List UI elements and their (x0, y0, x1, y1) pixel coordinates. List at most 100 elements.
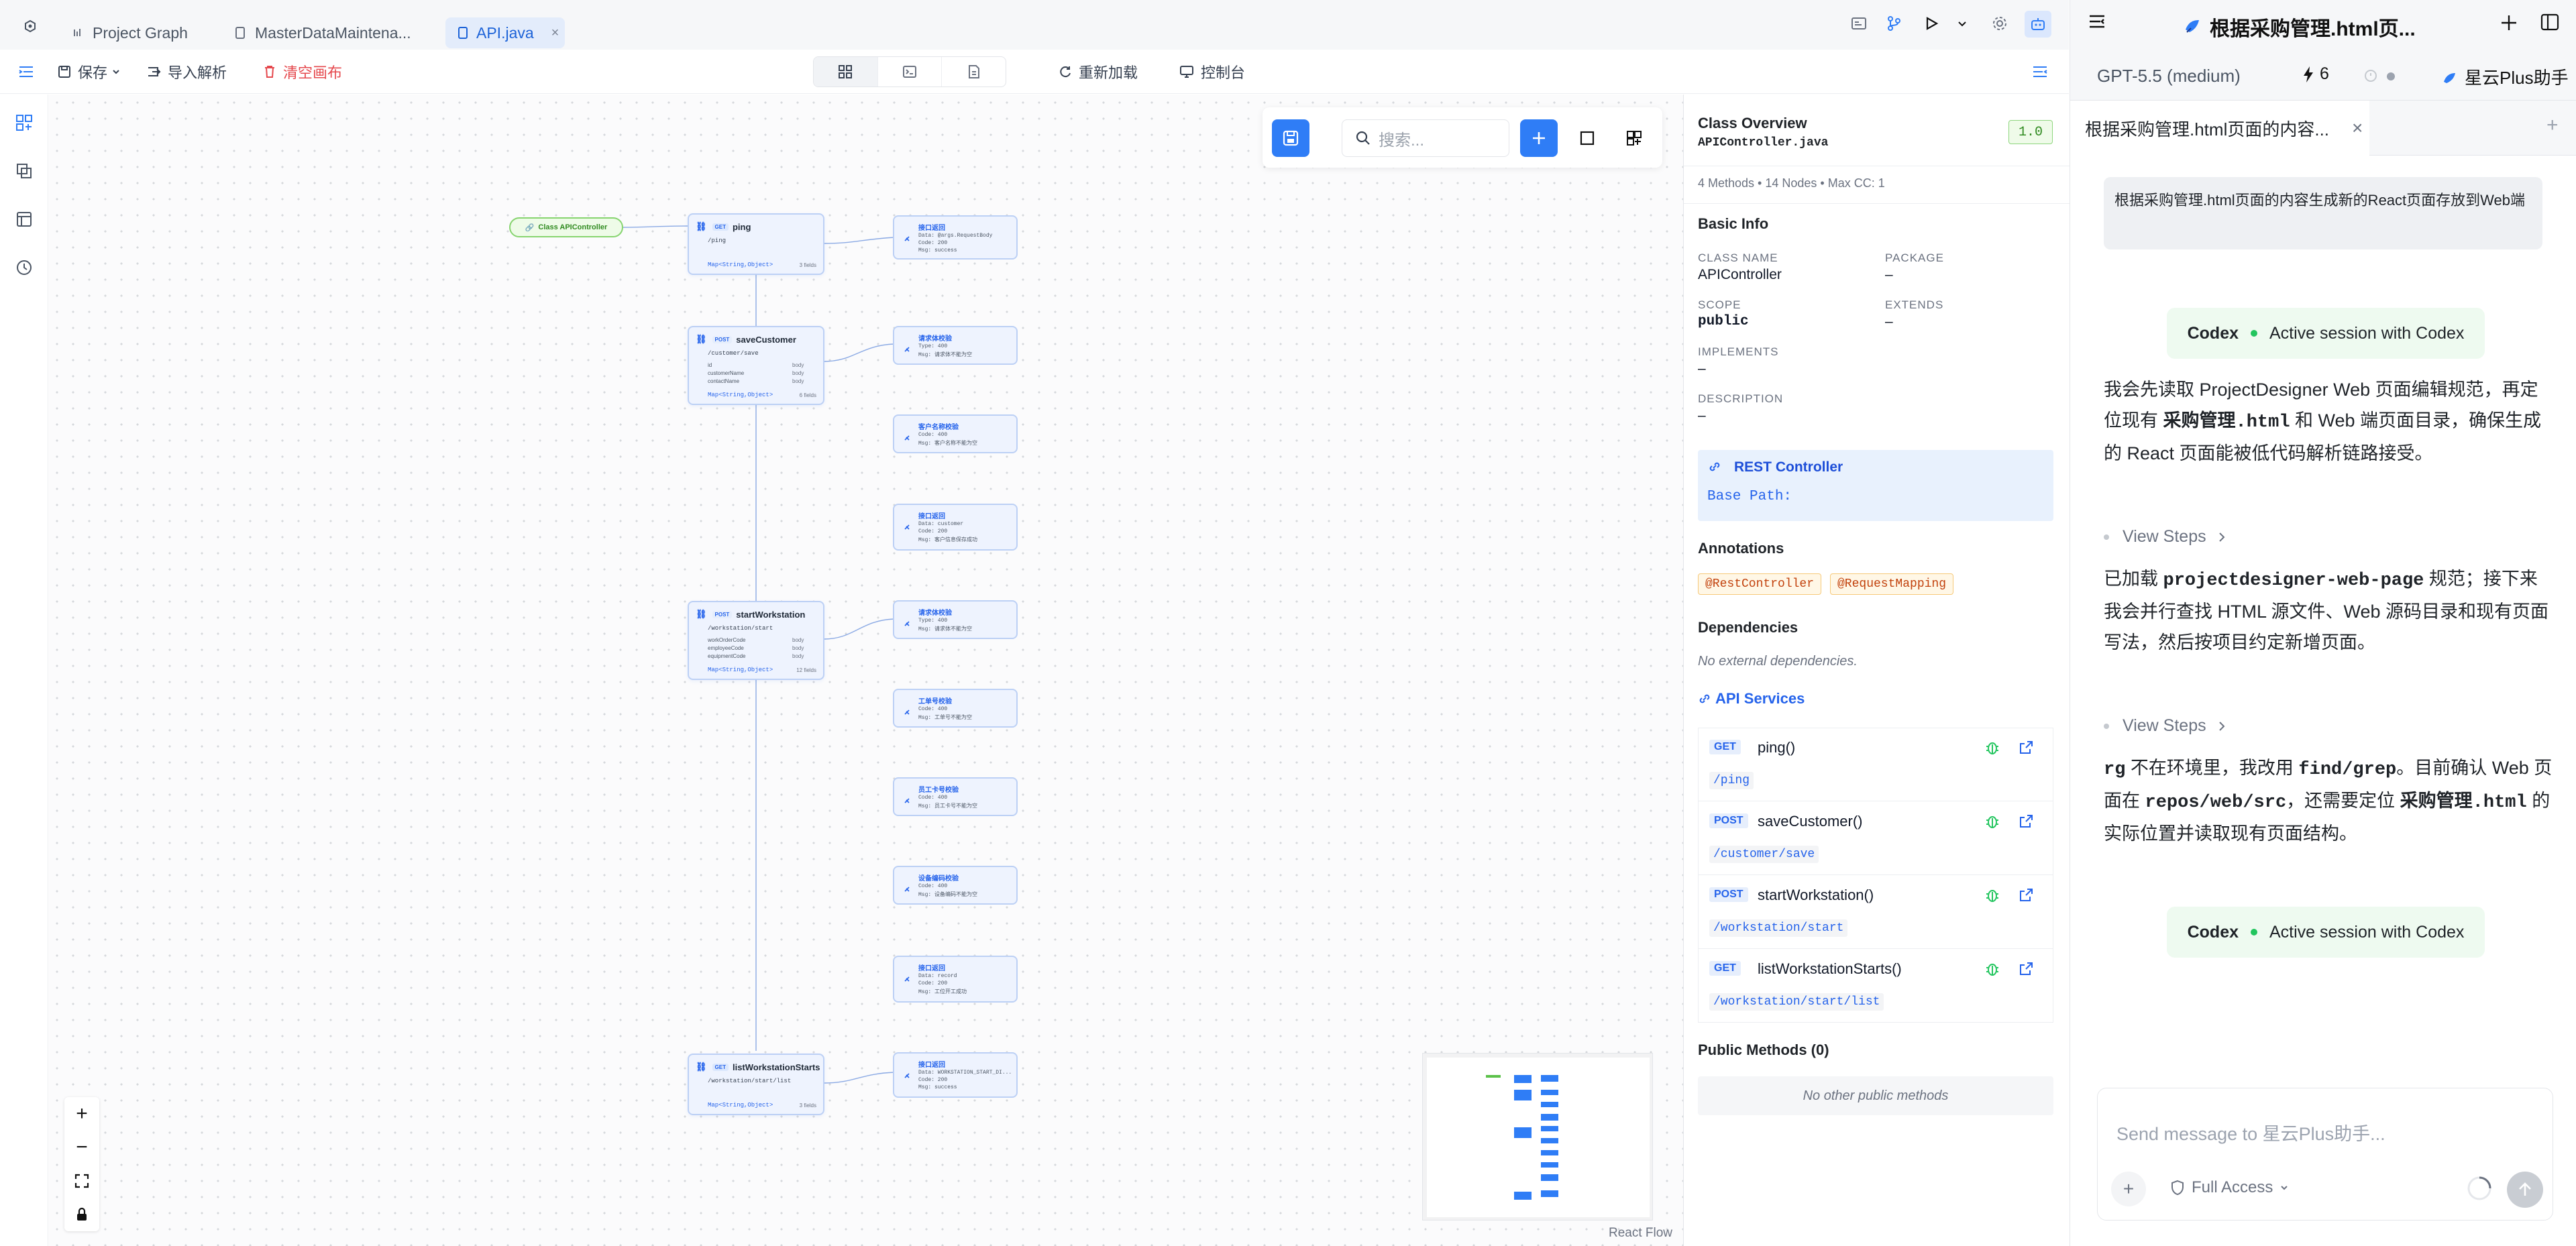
zoom-in-button[interactable]: + (64, 1097, 99, 1131)
debug-bug-icon[interactable] (1984, 813, 2000, 830)
tab-project-graph[interactable]: Project Graph (59, 17, 200, 48)
service-row-listworkstationstarts[interactable]: GET listWorkstationStarts() /workstation… (1698, 949, 2053, 1023)
tab-api-java[interactable]: API.java × (445, 17, 565, 48)
method-path: /ping (708, 237, 727, 244)
assistant-name: 星云Plus助手 (2465, 68, 2569, 88)
services-title: API Services (1715, 690, 1805, 707)
gear-icon[interactable] (1988, 12, 2011, 35)
doc-view-button[interactable] (942, 57, 1006, 87)
console-button[interactable]: 控制台 (1179, 59, 1245, 84)
react-flow-attribution[interactable]: React Flow (1609, 1226, 1672, 1241)
access-level-selector[interactable]: Full Access (2170, 1178, 2289, 1197)
assistant-selector[interactable]: 星云Plus助手 (2440, 64, 2569, 89)
debug-bug-icon[interactable] (1984, 887, 2000, 903)
external-link-icon[interactable] (2018, 887, 2034, 903)
result-node[interactable]: 客户名称校验 Code: 400 Msg: 客户名称不能为空 (893, 414, 1018, 453)
plus-icon (1533, 132, 1545, 144)
grid-view-button[interactable] (814, 57, 878, 87)
service-row-startworkstation[interactable]: POST startWorkstation() /workstation/sta… (1698, 875, 2053, 949)
status-dot (2251, 929, 2257, 936)
add-tab-plus-icon[interactable]: + (2546, 114, 2559, 137)
session-name: Codex (2187, 922, 2239, 942)
method-node-startworkstation[interactable]: ⛓ POST startWorkstation /workstation/start… (688, 601, 824, 680)
save-canvas-button[interactable] (1272, 119, 1309, 157)
link-icon (1709, 462, 1720, 471)
result-node[interactable]: 接口返回 Data: @args.RequestBody Code: 200 Msg:… (893, 215, 1018, 260)
flow-canvas[interactable]: 🔗 Class APIController ⛓ GET ping /ping Map<… (49, 95, 1683, 1246)
toggle-inspector-icon[interactable] (2031, 59, 2055, 84)
class-node[interactable]: 🔗 Class APIController (509, 217, 623, 237)
close-tab-icon[interactable]: × (2352, 117, 2363, 139)
method-return: Map<String,Object> (708, 262, 773, 268)
run-icon[interactable] (1920, 12, 1943, 35)
minimap-viewport (1427, 1058, 1650, 1217)
package-value: – (1885, 267, 1893, 282)
method-path: /workstation/start (708, 625, 773, 632)
chevron-down-icon[interactable] (1951, 12, 1974, 35)
scope-value: public (1698, 314, 1749, 329)
zoom-out-button[interactable]: − (64, 1131, 99, 1164)
fit-view-button[interactable] (64, 1164, 99, 1198)
debug-bug-icon[interactable] (1984, 961, 2000, 977)
graph-nodes-icon[interactable] (12, 111, 36, 135)
save-button[interactable]: 保存 (58, 59, 127, 84)
import-icon (148, 67, 161, 76)
history-icon[interactable] (12, 256, 36, 280)
external-link-icon[interactable] (2018, 740, 2034, 756)
minimap-node (1514, 1090, 1532, 1100)
message-input[interactable]: Send message to 星云Plus助手... (2116, 1119, 2385, 1145)
left-activity-rail (0, 95, 48, 1246)
result-node[interactable]: 工单号校验 Code: 400 Msg: 工单号不能为空 (893, 689, 1018, 728)
layout-button[interactable] (1615, 119, 1653, 157)
canvas-search-input[interactable]: 搜索... (1342, 119, 1509, 157)
field-count: 3 fields (799, 1102, 816, 1109)
branch-icon[interactable] (1882, 12, 1905, 35)
send-button[interactable] (2507, 1172, 2543, 1208)
import-parse-button[interactable]: 导入解析 (146, 59, 227, 84)
result-node[interactable]: 请求体校验 Type: 400 Msg: 请求体不能为空 (893, 326, 1018, 365)
frame-button[interactable] (1568, 119, 1606, 157)
panel-layout-icon[interactable] (2540, 13, 2560, 32)
external-link-icon[interactable] (2018, 813, 2034, 830)
model-selector[interactable]: GPT-5.5 (medium) (2097, 66, 2241, 87)
tab-master-data[interactable]: MasterDataMaintena... (221, 17, 423, 48)
annotation-chip: @RestController (1698, 573, 1822, 595)
clear-canvas-button[interactable]: 清空画布 (263, 59, 342, 84)
method-node-listworkstationstarts[interactable]: ⛓ GET listWorkstationStarts /workstation/s… (688, 1054, 824, 1115)
result-node[interactable]: 员工卡号校验 Code: 400 Msg: 员工卡号不能为空 (893, 777, 1018, 816)
result-node[interactable]: 接口返回 Data: WORKSTATION_START_DI... Code: 2… (893, 1052, 1018, 1098)
chat-tab[interactable]: 根据采购管理.html页面的内容... × (2070, 101, 2369, 156)
debug-bug-icon[interactable] (1984, 740, 2000, 756)
result-node[interactable]: 接口返回 Data: record Code: 200 Msg: 工位开工成功 (893, 956, 1018, 1003)
method-return: Map<String,Object> (708, 1102, 773, 1109)
minimap[interactable] (1422, 1053, 1653, 1221)
method-node-savecustomer[interactable]: ⛓ POST saveCustomer /customer/save id body … (688, 326, 824, 405)
assistant-robot-icon[interactable] (2025, 11, 2051, 38)
reload-button[interactable]: 重新加载 (1059, 59, 1138, 84)
layout-icon[interactable] (12, 207, 36, 231)
view-steps-toggle[interactable]: View Steps (2104, 527, 2226, 547)
chevron-right-icon (2218, 532, 2225, 542)
copy-icon[interactable] (12, 159, 36, 183)
minimap-node (1541, 1075, 1558, 1082)
method-node-ping[interactable]: ⛓ GET ping /ping Map<String,Object> 3 fiel… (688, 213, 824, 275)
add-node-button[interactable] (1520, 119, 1558, 157)
service-row-ping[interactable]: GET ping() /ping (1698, 728, 2053, 801)
code-view-button[interactable] (878, 57, 943, 87)
external-link-icon[interactable] (2018, 961, 2034, 977)
result-title: 请求体校验 (918, 335, 952, 343)
close-tab-icon[interactable]: × (551, 25, 559, 41)
view-steps-toggle[interactable]: View Steps (2104, 716, 2226, 736)
attach-plus-button[interactable]: + (2111, 1172, 2146, 1206)
result-node[interactable]: 接口返回 Data: customer Code: 200 Msg: 客户信息保存成功 (893, 504, 1018, 551)
menu-collapse-icon[interactable] (2088, 13, 2108, 31)
toggle-sidebar-icon[interactable] (17, 59, 42, 84)
result-node[interactable]: 请求体校验 Type: 400 Msg: 请求体不能为空 (893, 600, 1018, 639)
service-row-savecustomer[interactable]: POST saveCustomer() /customer/save (1698, 801, 2053, 875)
lock-button[interactable] (64, 1198, 99, 1231)
new-chat-plus-icon[interactable] (2500, 13, 2518, 32)
assistant-message: 已加载 projectdesigner-web-page 规范；接下来我会并行查… (2104, 569, 2549, 653)
assistant-message: rg 不在环境里，我改用 find/grep。目前确认 Web 页面在 repo… (2104, 758, 2553, 844)
result-node[interactable]: 设备编码校验 Code: 400 Msg: 设备编码不能为空 (893, 866, 1018, 905)
console-icon[interactable] (1847, 12, 1870, 35)
